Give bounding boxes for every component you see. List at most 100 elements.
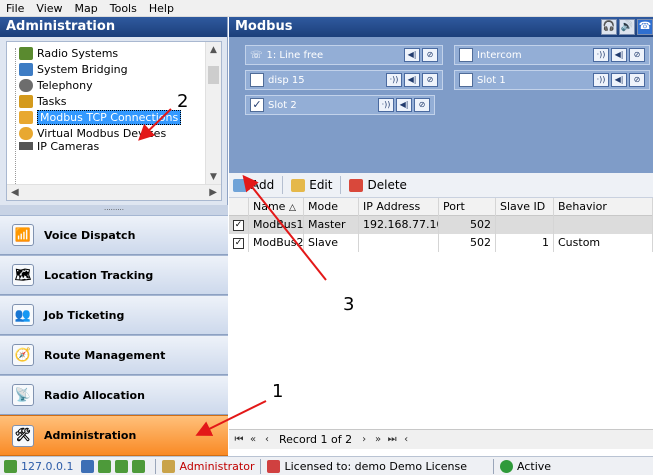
nav-radio-allocation[interactable]: 📡 Radio Allocation [0,375,228,415]
col-mode[interactable]: Mode [304,197,359,216]
col-name[interactable]: Name △ [249,197,304,216]
header-check [229,197,249,216]
transmit-icon[interactable]: ·)) [386,73,402,87]
volume-icon[interactable]: ◀| [611,73,627,87]
menu-tools[interactable]: Tools [110,2,137,15]
volume-icon[interactable]: ◀| [611,48,627,62]
channel-checkbox-checked[interactable]: ✓ [250,98,264,112]
modbus-grid: Name △ Mode IP Address Port Slave ID Beh… [229,197,653,252]
status-ip: 127.0.0.1 [21,459,74,473]
channel-area: ☏ 1: Line free ◀| ⊘ Intercom ·)) ◀| ⊘ di… [229,37,653,173]
mute-icon[interactable]: ⊘ [422,73,438,87]
nav-route-management[interactable]: 🧭 Route Management [0,335,228,375]
left-panel-title: Administration [0,17,227,37]
modbus-icon [19,110,33,124]
first-page-icon[interactable]: ⏮ [233,433,245,447]
mute-icon[interactable]: ⊘ [414,98,430,112]
tree-item-tasks[interactable]: Tasks [19,94,66,108]
radio-allocation-icon: 📡 [12,384,34,406]
license-icon [267,459,281,473]
annotation-number-2: 2 [177,91,189,112]
device-1-icon [98,459,112,473]
delete-button[interactable]: Delete [349,178,407,192]
scroll-left-icon[interactable]: ◀ [11,187,19,198]
row-checkbox[interactable]: ✓ [233,219,244,231]
admin-tree: Radio Systems System Bridging Telephony … [6,41,222,201]
scroll-thumb[interactable] [208,66,219,84]
status-active: Active [517,459,552,473]
tree-horizontal-scrollbar[interactable]: ◀ ▶ [7,184,221,200]
network-icon [4,459,17,473]
transmit-icon[interactable]: ·)) [593,48,609,62]
channel-slot-1[interactable]: Slot 1 ·)) ◀| ⊘ [454,70,650,90]
transmit-icon[interactable]: ·)) [593,73,609,87]
speaker-icon[interactable]: 🔊 [619,19,635,35]
col-slave-id[interactable]: Slave ID [496,197,554,216]
record-indicator: Record 1 of 2 [279,433,353,446]
channel-checkbox[interactable] [459,48,473,62]
tree-item-radio-systems[interactable]: Radio Systems [19,46,118,60]
menu-bar: File View Map Tools Help [0,0,653,17]
channel-line-free[interactable]: ☏ 1: Line free ◀| ⊘ [245,45,443,65]
transmit-icon[interactable]: ·)) [378,98,394,112]
row-checkbox[interactable]: ✓ [233,237,244,249]
channel-checkbox[interactable] [250,73,264,87]
menu-help[interactable]: Help [149,2,174,15]
nav-administration[interactable]: 🛠 Administration [0,415,228,456]
channel-disp-15[interactable]: disp 15 ·)) ◀| ⊘ [245,70,443,90]
last-page-icon[interactable]: ⏭ [386,433,398,447]
col-port[interactable]: Port [439,197,496,216]
panel-splitter[interactable]: ......... [0,205,228,215]
prev-page-icon[interactable]: ‹ [261,433,273,447]
delete-icon [349,178,364,192]
channel-slot-2[interactable]: ✓ Slot 2 ·)) ◀| ⊘ [245,95,435,115]
headset-icon[interactable]: 🎧 [601,19,617,35]
menu-file[interactable]: File [6,2,24,15]
phone-icon[interactable]: ☎ [637,19,653,35]
telephony-icon [19,78,33,92]
tree-vertical-scrollbar[interactable]: ▲ ▼ [205,42,221,185]
scroll-down-icon[interactable]: ▼ [206,169,221,185]
col-behavior[interactable]: Behavior [554,197,653,216]
prev-page-group-icon[interactable]: « [247,433,259,447]
channel-intercom[interactable]: Intercom ·)) ◀| ⊘ [454,45,650,65]
tree-item-virtual-modbus[interactable]: Virtual Modbus Devices [19,126,166,140]
add-button[interactable]: Add [233,178,274,192]
left-panel: Administration Radio Systems System Brid… [0,17,228,456]
volume-icon[interactable]: ◀| [404,73,420,87]
mute-icon[interactable]: ⊘ [629,48,645,62]
next-page-icon[interactable]: › [358,433,370,447]
mute-icon[interactable]: ⊘ [422,48,438,62]
menu-view[interactable]: View [36,2,62,15]
nav-job-ticketing[interactable]: 👥 Job Ticketing [0,295,228,335]
annotation-number-1: 1 [272,381,284,402]
annotation-number-3: 3 [343,294,355,315]
toolbar-separator [282,176,284,194]
mute-icon[interactable]: ⊘ [629,73,645,87]
table-row[interactable]: ✓ ModBus2 Slave 502 1 Custom [229,234,653,252]
next-page-group-icon[interactable]: » [372,433,384,447]
edit-button[interactable]: Edit [291,178,332,192]
status-bar: 127.0.0.1 Administrator Licensed to: dem… [0,456,653,475]
device-3-icon [132,459,146,473]
tree-item-system-bridging[interactable]: System Bridging [19,62,128,76]
pager-scroll-left-icon[interactable]: ‹ [400,433,412,447]
table-row[interactable]: ✓ ModBus1 Master 192.168.77.10 502 [229,216,653,234]
menu-map[interactable]: Map [75,2,98,15]
nav-location-tracking[interactable]: 🗺 Location Tracking [0,255,228,295]
nav-voice-dispatch[interactable]: 📶 Voice Dispatch [0,215,228,255]
camera-icon [19,142,33,150]
volume-icon[interactable]: ◀| [396,98,412,112]
scroll-right-icon[interactable]: ▶ [209,187,217,198]
tree-item-modbus-tcp[interactable]: Modbus TCP Connections [19,109,182,125]
col-ip-address[interactable]: IP Address [359,197,439,216]
right-panel: Modbus 🎧 🔊 ☎ ☏ 1: Line free ◀| ⊘ Interco… [229,17,653,456]
scroll-up-icon[interactable]: ▲ [206,42,221,58]
tree-item-telephony[interactable]: Telephony [19,78,93,92]
user-icon [162,459,176,473]
channel-checkbox[interactable] [459,73,473,87]
voice-dispatch-icon: 📶 [12,224,34,246]
status-license: Licensed to: demo Demo License [284,459,468,473]
tree-item-ip-cameras[interactable]: IP Cameras [19,142,99,150]
volume-icon[interactable]: ◀| [404,48,420,62]
